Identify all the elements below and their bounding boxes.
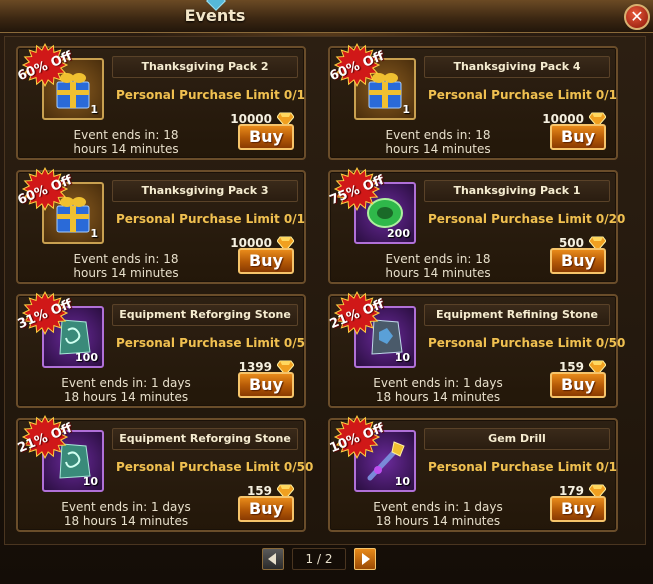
events-header: Events — [0, 0, 653, 33]
event-card: 1 60% Off Thanksgiving Pack 3 Personal Purc… — [16, 167, 306, 284]
discount-badge: 75% Off — [326, 166, 388, 212]
event-timer-line: hours 14 minutes — [73, 266, 179, 280]
discount-badge: 21% Off — [326, 290, 388, 336]
pack-title: Thanksgiving Pack 4 — [424, 56, 610, 78]
event-card: 10 21% Off Equipment Reforging Stone Person… — [16, 415, 314, 532]
pack-title: Gem Drill — [424, 428, 610, 450]
previous-page-button[interactable] — [262, 548, 284, 570]
purchase-limit: Personal Purchase Limit 0/5 — [116, 336, 306, 350]
item-quantity: 10 — [394, 475, 410, 488]
event-timer: Event ends in: 18 hours 14 minutes — [36, 252, 216, 280]
item-quantity: 10 — [394, 351, 410, 364]
buy-button[interactable]: Buy — [238, 248, 294, 274]
pack-title: Thanksgiving Pack 1 — [424, 180, 610, 202]
pack-title: Equipment Reforging Stone — [112, 304, 298, 326]
arrow-left-icon — [268, 553, 276, 565]
event-card: 10 10% Off Gem Drill Personal Purchase Limi… — [328, 415, 618, 532]
event-card: 1 60% Off Thanksgiving Pack 2 Personal Purc… — [16, 43, 306, 160]
page-indicator: 1 / 2 — [292, 548, 346, 570]
event-timer-line: 18 hours 14 minutes — [375, 514, 501, 528]
next-page-button[interactable] — [354, 548, 376, 570]
event-timer-line: Event ends in: 1 days — [61, 376, 191, 390]
discount-badge: 60% Off — [326, 42, 388, 88]
purchase-limit: Personal Purchase Limit 0/20 — [428, 212, 626, 226]
discount-badge: 21% Off — [14, 414, 76, 460]
pack-title: Thanksgiving Pack 3 — [112, 180, 298, 202]
event-card: 10 21% Off Equipment Refining Stone Persona… — [328, 291, 626, 408]
discount-badge: 10% Off — [326, 414, 388, 460]
buy-button[interactable]: Buy — [238, 372, 294, 398]
event-timer: Event ends in: 18 hours 14 minutes — [348, 128, 528, 156]
purchase-limit: Personal Purchase Limit 0/1 — [116, 88, 306, 102]
event-timer-line: hours 14 minutes — [385, 142, 491, 156]
event-timer: Event ends in: 1 days 18 hours 14 minutes — [36, 376, 216, 404]
pack-title: Thanksgiving Pack 2 — [112, 56, 298, 78]
event-timer-line: Event ends in: 18 — [385, 252, 491, 266]
buy-button[interactable]: Buy — [238, 496, 294, 522]
buy-button[interactable]: Buy — [550, 372, 606, 398]
event-card: 200 75% Off Thanksgiving Pack 1 Personal Pu… — [328, 167, 626, 284]
event-timer: Event ends in: 18 hours 14 minutes — [348, 252, 528, 280]
buy-button[interactable]: Buy — [550, 248, 606, 274]
purchase-limit: Personal Purchase Limit 0/1 — [428, 460, 618, 474]
event-timer-line: 18 hours 14 minutes — [63, 390, 189, 404]
item-quantity: 200 — [387, 227, 410, 240]
pack-title: Equipment Reforging Stone — [112, 428, 298, 450]
item-quantity: 10 — [82, 475, 98, 488]
event-timer-line: Event ends in: 1 days — [373, 500, 503, 514]
event-timer-line: hours 14 minutes — [73, 142, 179, 156]
arrow-right-icon — [362, 553, 370, 565]
purchase-limit: Personal Purchase Limit 0/50 — [116, 460, 314, 474]
purchase-limit: Personal Purchase Limit 0/50 — [428, 336, 626, 350]
event-timer: Event ends in: 1 days 18 hours 14 minutes — [36, 500, 216, 528]
pack-title: Equipment Refining Stone — [424, 304, 610, 326]
event-timer-line: Event ends in: 18 — [73, 128, 179, 142]
buy-button[interactable]: Buy — [238, 124, 294, 150]
item-quantity: 100 — [75, 351, 98, 364]
discount-badge: 60% Off — [14, 42, 76, 88]
event-card: 100 31% Off Equipment Reforging Stone Perso… — [16, 291, 306, 408]
event-timer-line: 18 hours 14 minutes — [63, 514, 189, 528]
item-quantity: 1 — [90, 227, 98, 240]
event-timer-line: Event ends in: 18 — [73, 252, 179, 266]
buy-button[interactable]: Buy — [550, 496, 606, 522]
discount-badge: 60% Off — [14, 166, 76, 212]
event-timer-line: 18 hours 14 minutes — [375, 390, 501, 404]
item-quantity: 1 — [402, 103, 410, 116]
page-title: Events — [184, 6, 246, 25]
close-icon: ✕ — [630, 7, 644, 26]
event-timer-line: hours 14 minutes — [385, 266, 491, 280]
event-timer: Event ends in: 18 hours 14 minutes — [36, 128, 216, 156]
event-timer: Event ends in: 1 days 18 hours 14 minutes — [348, 376, 528, 404]
purchase-limit: Personal Purchase Limit 0/1 — [428, 88, 618, 102]
buy-button[interactable]: Buy — [550, 124, 606, 150]
event-timer: Event ends in: 1 days 18 hours 14 minutes — [348, 500, 528, 528]
item-quantity: 1 — [90, 103, 98, 116]
close-button[interactable]: ✕ — [624, 4, 650, 30]
discount-badge: 31% Off — [14, 290, 76, 336]
event-timer-line: Event ends in: 1 days — [61, 500, 191, 514]
event-card: 1 60% Off Thanksgiving Pack 4 Personal Purc… — [328, 43, 618, 160]
event-timer-line: Event ends in: 1 days — [373, 376, 503, 390]
purchase-limit: Personal Purchase Limit 0/1 — [116, 212, 306, 226]
event-timer-line: Event ends in: 18 — [385, 128, 491, 142]
